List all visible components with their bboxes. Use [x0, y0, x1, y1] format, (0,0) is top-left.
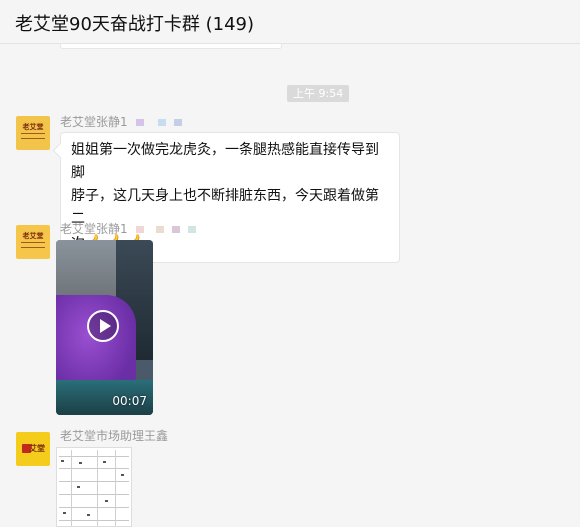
avatar-logo-text: 老艾堂: [22, 232, 44, 240]
table-line: [59, 456, 129, 457]
sender-name[interactable]: 老艾堂张静1: [60, 220, 196, 237]
sender-name-label: 老艾堂张静1: [60, 222, 128, 236]
avatar[interactable]: 艾堂: [16, 432, 50, 466]
blurred-decoration: [171, 226, 180, 233]
table-line: [71, 450, 72, 526]
table-mark: [87, 514, 90, 516]
avatar-logo-line: [21, 247, 45, 248]
table-line: [59, 520, 129, 521]
avatar-logo-line: [21, 242, 45, 243]
table-line: [115, 450, 116, 526]
avatar[interactable]: 老艾堂: [16, 225, 50, 259]
table-line: [59, 468, 129, 469]
time-divider: 上午 9:54: [287, 85, 350, 102]
sender-name[interactable]: 老艾堂张静1: [60, 113, 182, 130]
table-mark: [61, 460, 64, 462]
table-mark: [77, 486, 80, 488]
table-mark: [103, 461, 106, 463]
table-line: [59, 494, 129, 495]
sender-name-label: 老艾堂市场助理王鑫: [60, 429, 169, 443]
blurred-decoration: [155, 226, 164, 233]
blurred-decoration: [187, 226, 196, 233]
avatar-logo-text: 老艾堂: [22, 123, 44, 131]
avatar-logo-text: 艾堂: [29, 444, 45, 453]
previous-message-card[interactable]: [60, 44, 282, 49]
table-mark: [105, 500, 108, 502]
table-line: [59, 507, 129, 508]
table-line: [97, 450, 98, 526]
table-mark: [63, 512, 66, 514]
blurred-decoration: [173, 119, 182, 126]
avatar[interactable]: 老艾堂: [16, 116, 50, 150]
chat-header: 老艾堂90天奋战打卡群 (149): [0, 0, 580, 44]
avatar-logo-line: [21, 138, 45, 139]
table-mark: [121, 474, 124, 476]
sender-name[interactable]: 老艾堂市场助理王鑫: [60, 427, 168, 444]
avatar-logo-line: [21, 133, 45, 134]
blurred-decoration: [135, 226, 144, 233]
video-message[interactable]: 00:07: [56, 240, 153, 415]
play-icon[interactable]: [87, 310, 119, 342]
blurred-decoration: [157, 119, 166, 126]
blurred-decoration: [135, 119, 144, 126]
table-mark: [79, 462, 82, 464]
video-duration: 00:07: [112, 394, 147, 408]
table-line: [59, 481, 129, 482]
sender-name-label: 老艾堂张静1: [60, 115, 128, 129]
image-message[interactable]: [56, 447, 132, 527]
message-text-line: 姐姐第一次做完龙虎灸，一条腿热感能直接传导到脚: [71, 142, 379, 181]
chat-title[interactable]: 老艾堂90天奋战打卡群 (149): [15, 10, 254, 36]
